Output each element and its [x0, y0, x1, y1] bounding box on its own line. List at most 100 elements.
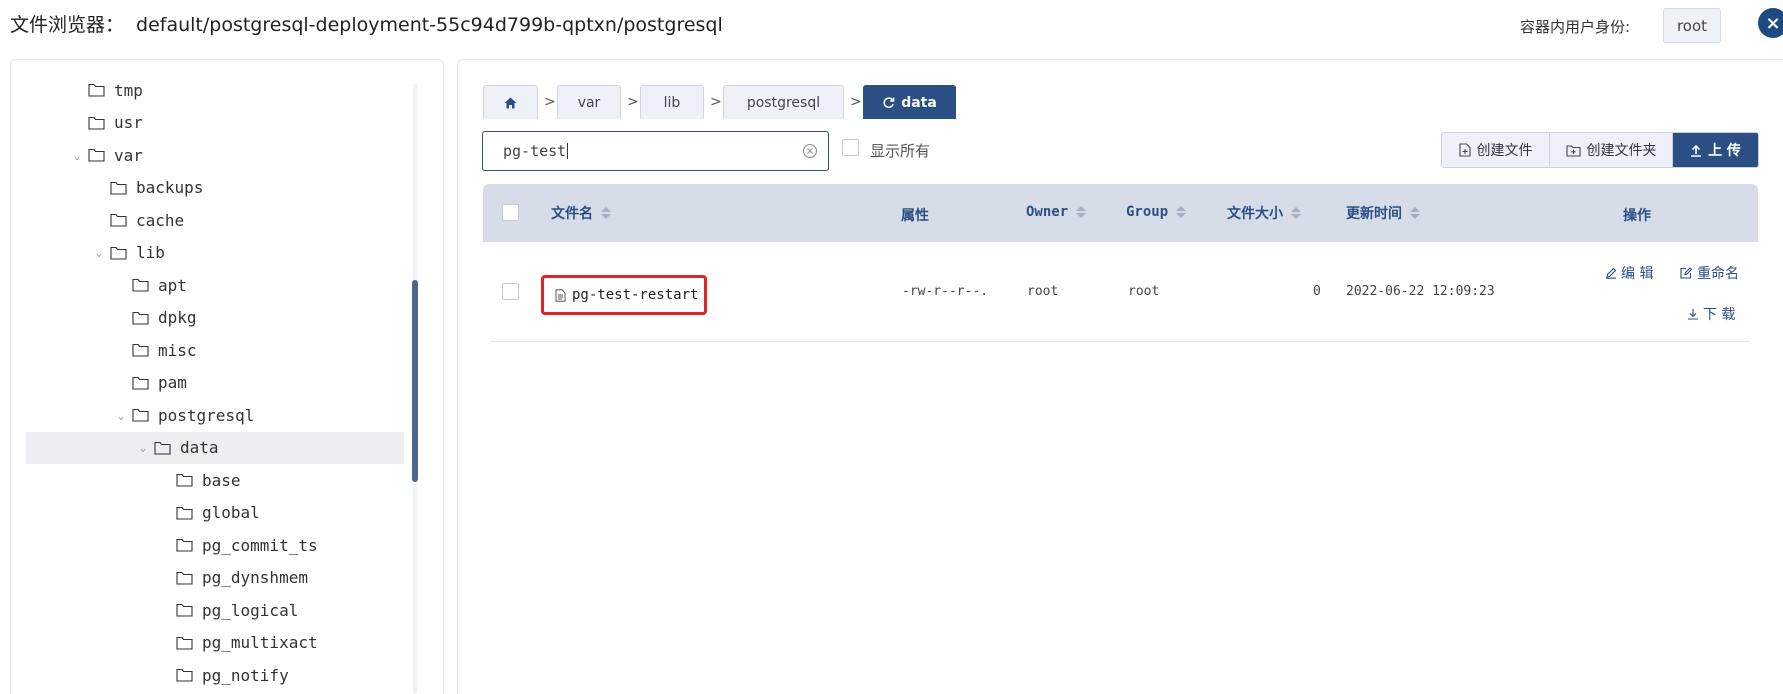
tree-item-global[interactable]: global	[26, 497, 404, 529]
tree-toggle-icon[interactable]: ⌄	[92, 246, 106, 259]
file-owner: root	[1027, 284, 1059, 299]
tree-item-apt[interactable]: apt	[26, 269, 404, 301]
clear-icon[interactable]	[802, 143, 818, 159]
upload-button[interactable]: 上 传	[1672, 133, 1758, 167]
refresh-icon	[883, 97, 895, 108]
tree-item-var[interactable]: ⌄ var	[26, 139, 404, 171]
sort-icon[interactable]	[1076, 206, 1087, 218]
sort-icon[interactable]	[1410, 207, 1420, 219]
column-size-label: 文件大小	[1227, 206, 1283, 222]
tree-item-label: pg_dynshmem	[202, 568, 308, 587]
tree-item-cache[interactable]: cache	[26, 204, 404, 236]
tree-toggle-icon[interactable]: ⌄	[114, 409, 128, 422]
breadcrumb-separator: >	[627, 94, 639, 110]
folder-icon	[86, 148, 106, 162]
tree-item-lib[interactable]: ⌄ lib	[26, 237, 404, 269]
tree-item-usr[interactable]: usr	[26, 107, 404, 139]
tree-item-label: data	[180, 438, 219, 457]
folder-icon	[174, 473, 194, 487]
tree-item-pg-dynshmem[interactable]: pg_dynshmem	[26, 562, 404, 594]
tree-item-data[interactable]: ⌄ data	[26, 431, 404, 464]
search-input[interactable]: pg-test	[482, 131, 829, 171]
create-file-button[interactable]: 创建文件	[1442, 133, 1549, 167]
breadcrumb-current-label: data	[901, 94, 937, 111]
search-value: pg-test	[503, 142, 567, 160]
breadcrumb-var[interactable]: var	[557, 85, 621, 119]
folder-icon	[174, 538, 194, 552]
breadcrumb-current-data[interactable]: data	[863, 85, 956, 119]
tree-item-pg-notify[interactable]: pg_notify	[26, 659, 404, 691]
tree-scrollbar-thumb[interactable]	[412, 280, 418, 482]
tree-item-dpkg[interactable]: dpkg	[26, 302, 404, 334]
file-group: root	[1128, 284, 1160, 299]
folder-icon	[130, 311, 150, 325]
folder-icon	[174, 636, 194, 650]
column-header-owner[interactable]: Owner	[1026, 204, 1087, 220]
tree-item-misc[interactable]: misc	[26, 334, 404, 366]
tree-toggle-icon[interactable]: ⌄	[136, 441, 150, 454]
breadcrumb-separator: >	[544, 94, 556, 110]
file-name-link[interactable]: pg-test-restart	[541, 275, 707, 315]
table-header	[483, 184, 1758, 242]
breadcrumb-home[interactable]	[483, 85, 538, 119]
create-file-label: 创建文件	[1476, 143, 1533, 159]
folder-icon	[130, 376, 150, 390]
column-header-group[interactable]: Group	[1126, 204, 1187, 220]
tree-item-label: cache	[136, 210, 185, 230]
select-all-checkbox[interactable]	[502, 204, 519, 221]
folder-icon	[174, 571, 194, 585]
folder-icon	[108, 181, 128, 195]
create-folder-label: 创建文件夹	[1586, 143, 1657, 159]
upload-icon	[1691, 144, 1702, 157]
title-label: 文件浏览器：	[10, 14, 125, 36]
column-group-label: Group	[1126, 204, 1169, 220]
breadcrumb-postgresql[interactable]: postgresql	[723, 85, 844, 119]
folder-icon	[108, 213, 128, 227]
file-mtime: 2022-06-22 12:09:23	[1346, 284, 1495, 299]
breadcrumb-separator: >	[850, 94, 862, 110]
column-owner-label: Owner	[1026, 204, 1069, 220]
sort-icon[interactable]	[601, 207, 611, 219]
tree-item-postgresql[interactable]: ⌄ postgresql	[26, 399, 404, 431]
tree-item-label: postgresql	[158, 405, 255, 425]
show-all-checkbox[interactable]	[842, 139, 859, 156]
sort-icon[interactable]	[1291, 207, 1301, 219]
title-path: default/postgresql-deployment-55c94d799b…	[136, 14, 723, 36]
close-icon: ×	[1765, 12, 1781, 34]
column-mtime-label: 更新时间	[1346, 206, 1402, 222]
edit-label: 编 辑	[1621, 266, 1654, 282]
tree-item-tmp[interactable]: tmp	[26, 74, 404, 106]
tree-item-label: pg_multixact	[202, 633, 318, 652]
row-checkbox[interactable]	[502, 283, 519, 300]
tree-item-label: base	[202, 470, 241, 490]
download-button[interactable]: 下 载	[1687, 304, 1735, 324]
tree-item-pg-commit-ts[interactable]: pg_commit_ts	[26, 529, 404, 561]
tree-item-label: misc	[158, 340, 197, 360]
user-identity-label: 容器内用户身份:	[1520, 18, 1631, 36]
show-all-label: 显示所有	[870, 142, 931, 160]
folder-icon	[174, 668, 194, 682]
column-header-size[interactable]: 文件大小	[1227, 203, 1301, 223]
rename-button[interactable]: 重命名	[1680, 263, 1739, 283]
row-divider	[490, 341, 1750, 342]
rename-label: 重命名	[1697, 266, 1739, 282]
tree-item-pg-multixact[interactable]: pg_multixact	[26, 627, 404, 659]
tree-item-pam[interactable]: pam	[26, 367, 404, 399]
column-header-mtime[interactable]: 更新时间	[1346, 203, 1420, 223]
folder-icon	[174, 506, 194, 520]
tree-item-pg-logical[interactable]: pg_logical	[26, 594, 404, 626]
tree-item-base[interactable]: base	[26, 464, 404, 496]
edit-button[interactable]: 编 辑	[1605, 263, 1653, 283]
column-header-name[interactable]: 文件名	[551, 203, 611, 223]
tree-toggle-icon[interactable]: ⌄	[70, 149, 84, 162]
file-size: 0	[1313, 284, 1321, 299]
close-button[interactable]: ×	[1758, 8, 1783, 38]
sort-icon[interactable]	[1176, 206, 1187, 218]
tree-item-label: pg_notify	[202, 665, 289, 685]
breadcrumb-lib[interactable]: lib	[640, 85, 704, 119]
user-identity-select[interactable]: root	[1663, 8, 1721, 43]
create-folder-button[interactable]: 创建文件夹	[1549, 133, 1672, 167]
tree-item-backups[interactable]: backups	[26, 172, 404, 204]
pencil-icon	[1606, 267, 1617, 279]
folder-icon	[130, 343, 150, 357]
